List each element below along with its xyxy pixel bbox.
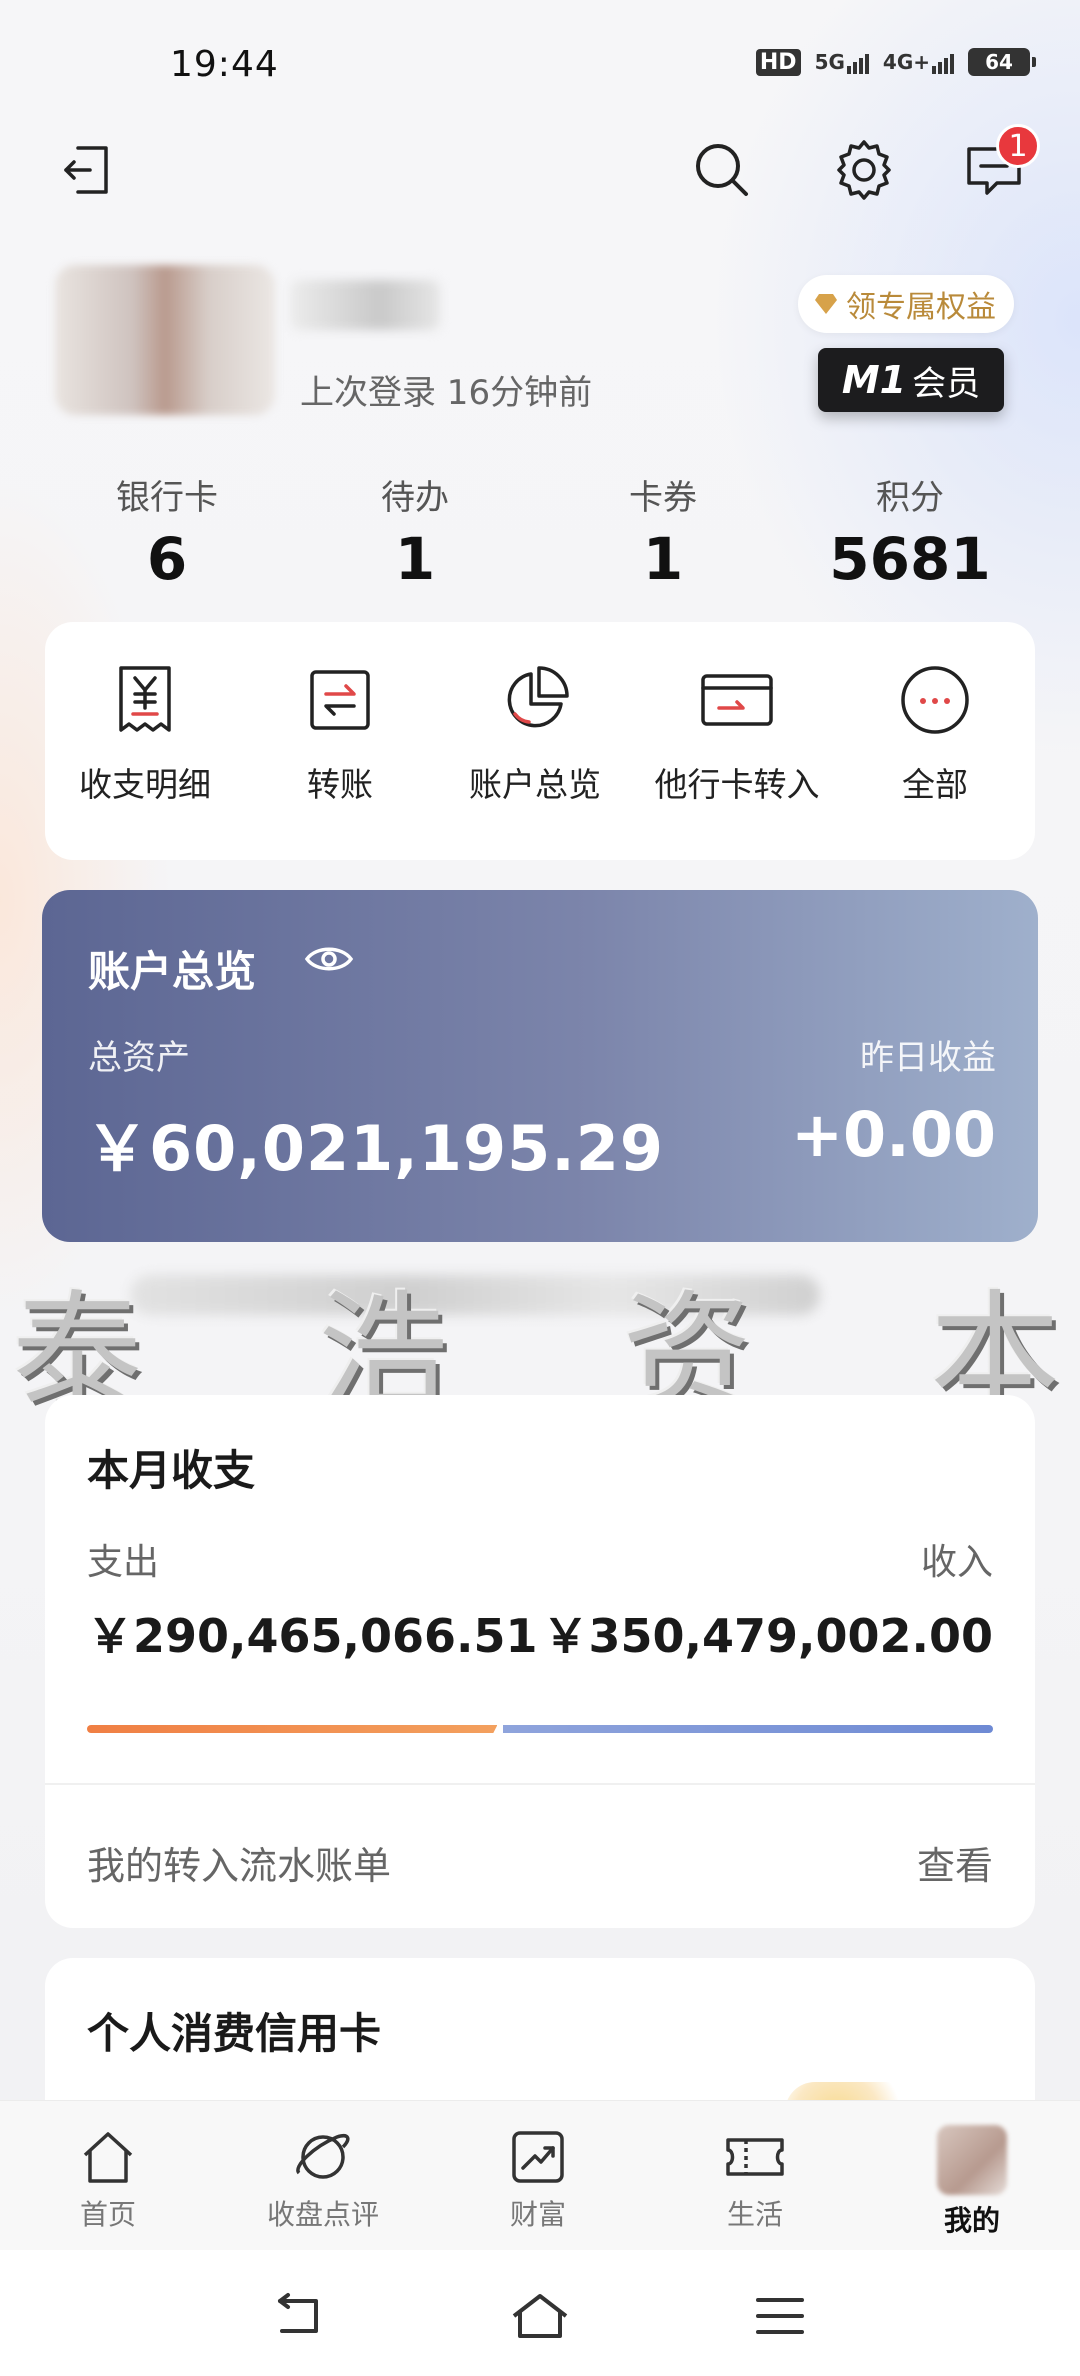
income-bar-segment — [503, 1725, 993, 1733]
wealth-chart-icon — [506, 2125, 570, 2189]
quick-action-label: 收支明细 — [79, 765, 211, 804]
stat-label: 银行卡 — [116, 478, 218, 518]
menu-icon[interactable] — [750, 2286, 810, 2346]
user-name-redacted — [290, 280, 440, 330]
expense-bar-segment — [87, 1725, 498, 1733]
more-icon — [897, 662, 973, 738]
profile-avatar[interactable] — [55, 265, 275, 415]
transfer-statement-link[interactable]: 我的转入流水账单 — [87, 1835, 391, 1890]
signal-4g-label: 4G+ — [882, 50, 930, 74]
signal-5g-icon: 5G — [815, 50, 869, 74]
watermark: 泰 浩 资 本 — [0, 1248, 1080, 1429]
monthly-title: 本月收支 — [87, 1446, 256, 1495]
status-time: 19:44 — [170, 44, 279, 85]
overview-title: 账户总览 — [88, 947, 257, 996]
tab-life[interactable]: 生活 — [670, 2125, 840, 2233]
last-login-text: 上次登录 16分钟前 — [300, 373, 593, 413]
settings-gear-icon[interactable] — [824, 130, 904, 210]
tab-label: 财富 — [509, 2198, 566, 2231]
stat-points[interactable]: 积分 5681 — [790, 470, 1030, 593]
battery-icon: 64 — [968, 48, 1036, 76]
income-value: ￥350,479,002.00 — [542, 1609, 994, 1663]
quick-action-label: 账户总览 — [469, 765, 601, 804]
status-icons: HD 5G 4G+ 64 — [755, 48, 1036, 76]
stat-label: 积分 — [876, 478, 944, 518]
stat-value: 5681 — [829, 525, 991, 593]
bottom-tab-bar: 首页 收盘点评 财富 生活 我的 — [0, 2100, 1080, 2250]
tab-market-review[interactable]: 收盘点评 — [238, 2125, 408, 2233]
diamond-icon — [815, 294, 837, 314]
yesterday-yield-value: +0.00 — [791, 1098, 996, 1171]
tab-label: 收盘点评 — [266, 2198, 379, 2231]
hd-voice-icon: HD — [755, 48, 801, 76]
planet-icon — [291, 2125, 355, 2189]
avatar — [937, 2125, 1007, 2195]
tab-home[interactable]: 首页 — [23, 2125, 193, 2233]
stat-value: 1 — [642, 525, 684, 593]
home-nav-icon[interactable] — [510, 2286, 570, 2346]
tab-label: 首页 — [79, 2198, 136, 2231]
total-assets-value: ￥60,021,195.29 — [86, 1112, 665, 1185]
stat-todo[interactable]: 待办 1 — [295, 470, 535, 593]
member-label: 会员 — [912, 363, 981, 404]
home-icon — [76, 2125, 140, 2189]
signal-5g-label: 5G — [814, 50, 845, 74]
total-assets-label: 总资产 — [88, 1038, 190, 1078]
quick-action-label: 他行卡转入 — [654, 765, 820, 804]
account-overview-card[interactable]: 账户总览 总资产 ￥60,021,195.29 昨日收益 +0.00 — [42, 890, 1038, 1242]
income-label: 收入 — [920, 1542, 993, 1583]
stat-value: 6 — [146, 525, 188, 593]
member-level: M1 — [841, 358, 907, 402]
transfer-icon — [302, 662, 378, 738]
stat-label: 卡券 — [629, 478, 697, 518]
tab-wealth[interactable]: 财富 — [453, 2125, 623, 2233]
quick-action-transfer[interactable]: 转账 — [240, 662, 440, 806]
quick-action-statement[interactable]: 收支明细 — [45, 662, 245, 806]
stat-bank-cards[interactable]: 银行卡 6 — [47, 470, 287, 593]
quick-actions-card: 收支明细 转账 账户总览 他行卡转入 全部 — [45, 622, 1035, 860]
stat-label: 待办 — [381, 478, 449, 518]
ticket-icon — [723, 2125, 787, 2189]
back-icon[interactable] — [270, 2286, 330, 2346]
stat-value: 1 — [394, 525, 436, 593]
credit-card-title: 个人消费信用卡 — [87, 2009, 382, 2058]
tab-label: 我的 — [943, 2204, 1000, 2237]
cashflow-ratio-bar — [87, 1725, 993, 1733]
quick-action-card-in[interactable]: 他行卡转入 — [637, 662, 837, 806]
status-bar: 19:44 HD 5G 4G+ 64 — [0, 0, 1080, 120]
divider — [45, 1783, 1035, 1785]
search-icon[interactable] — [682, 130, 762, 210]
expense-label: 支出 — [87, 1542, 160, 1583]
account-stats: 银行卡 6 待办 1 卡券 1 积分 5681 — [0, 470, 1080, 600]
receipt-icon — [107, 662, 183, 738]
tab-label: 生活 — [726, 2198, 783, 2231]
monthly-cashflow-card: 本月收支 支出 收入 ￥290,465,066.51 ￥350,479,002.… — [45, 1395, 1035, 1928]
signal-4g-icon: 4G+ — [883, 50, 954, 74]
stat-coupons[interactable]: 卡券 1 — [543, 470, 783, 593]
quick-action-overview[interactable]: 账户总览 — [435, 662, 635, 806]
yesterday-yield-label: 昨日收益 — [860, 1038, 996, 1078]
card-in-icon — [699, 662, 775, 738]
exclusive-benefit-button[interactable]: 领专属权益 — [798, 275, 1014, 333]
top-navigation: 1 — [0, 120, 1080, 220]
quick-action-all[interactable]: 全部 — [835, 662, 1035, 806]
system-navigation-bar — [0, 2250, 1080, 2376]
benefit-label: 领专属权益 — [846, 290, 996, 325]
pie-chart-icon — [497, 662, 573, 738]
quick-action-label: 转账 — [307, 765, 373, 804]
tab-mine[interactable]: 我的 — [887, 2125, 1057, 2239]
unread-badge: 1 — [996, 124, 1040, 168]
logout-icon[interactable] — [46, 130, 126, 210]
member-level-badge[interactable]: M1 会员 — [818, 348, 1004, 412]
view-statement-button[interactable]: 查看 — [917, 1835, 993, 1890]
message-icon[interactable]: 1 — [954, 124, 1040, 210]
eye-visibility-icon[interactable] — [304, 942, 354, 980]
quick-action-label: 全部 — [902, 765, 968, 804]
expense-value: ￥290,465,066.51 — [87, 1609, 538, 1663]
